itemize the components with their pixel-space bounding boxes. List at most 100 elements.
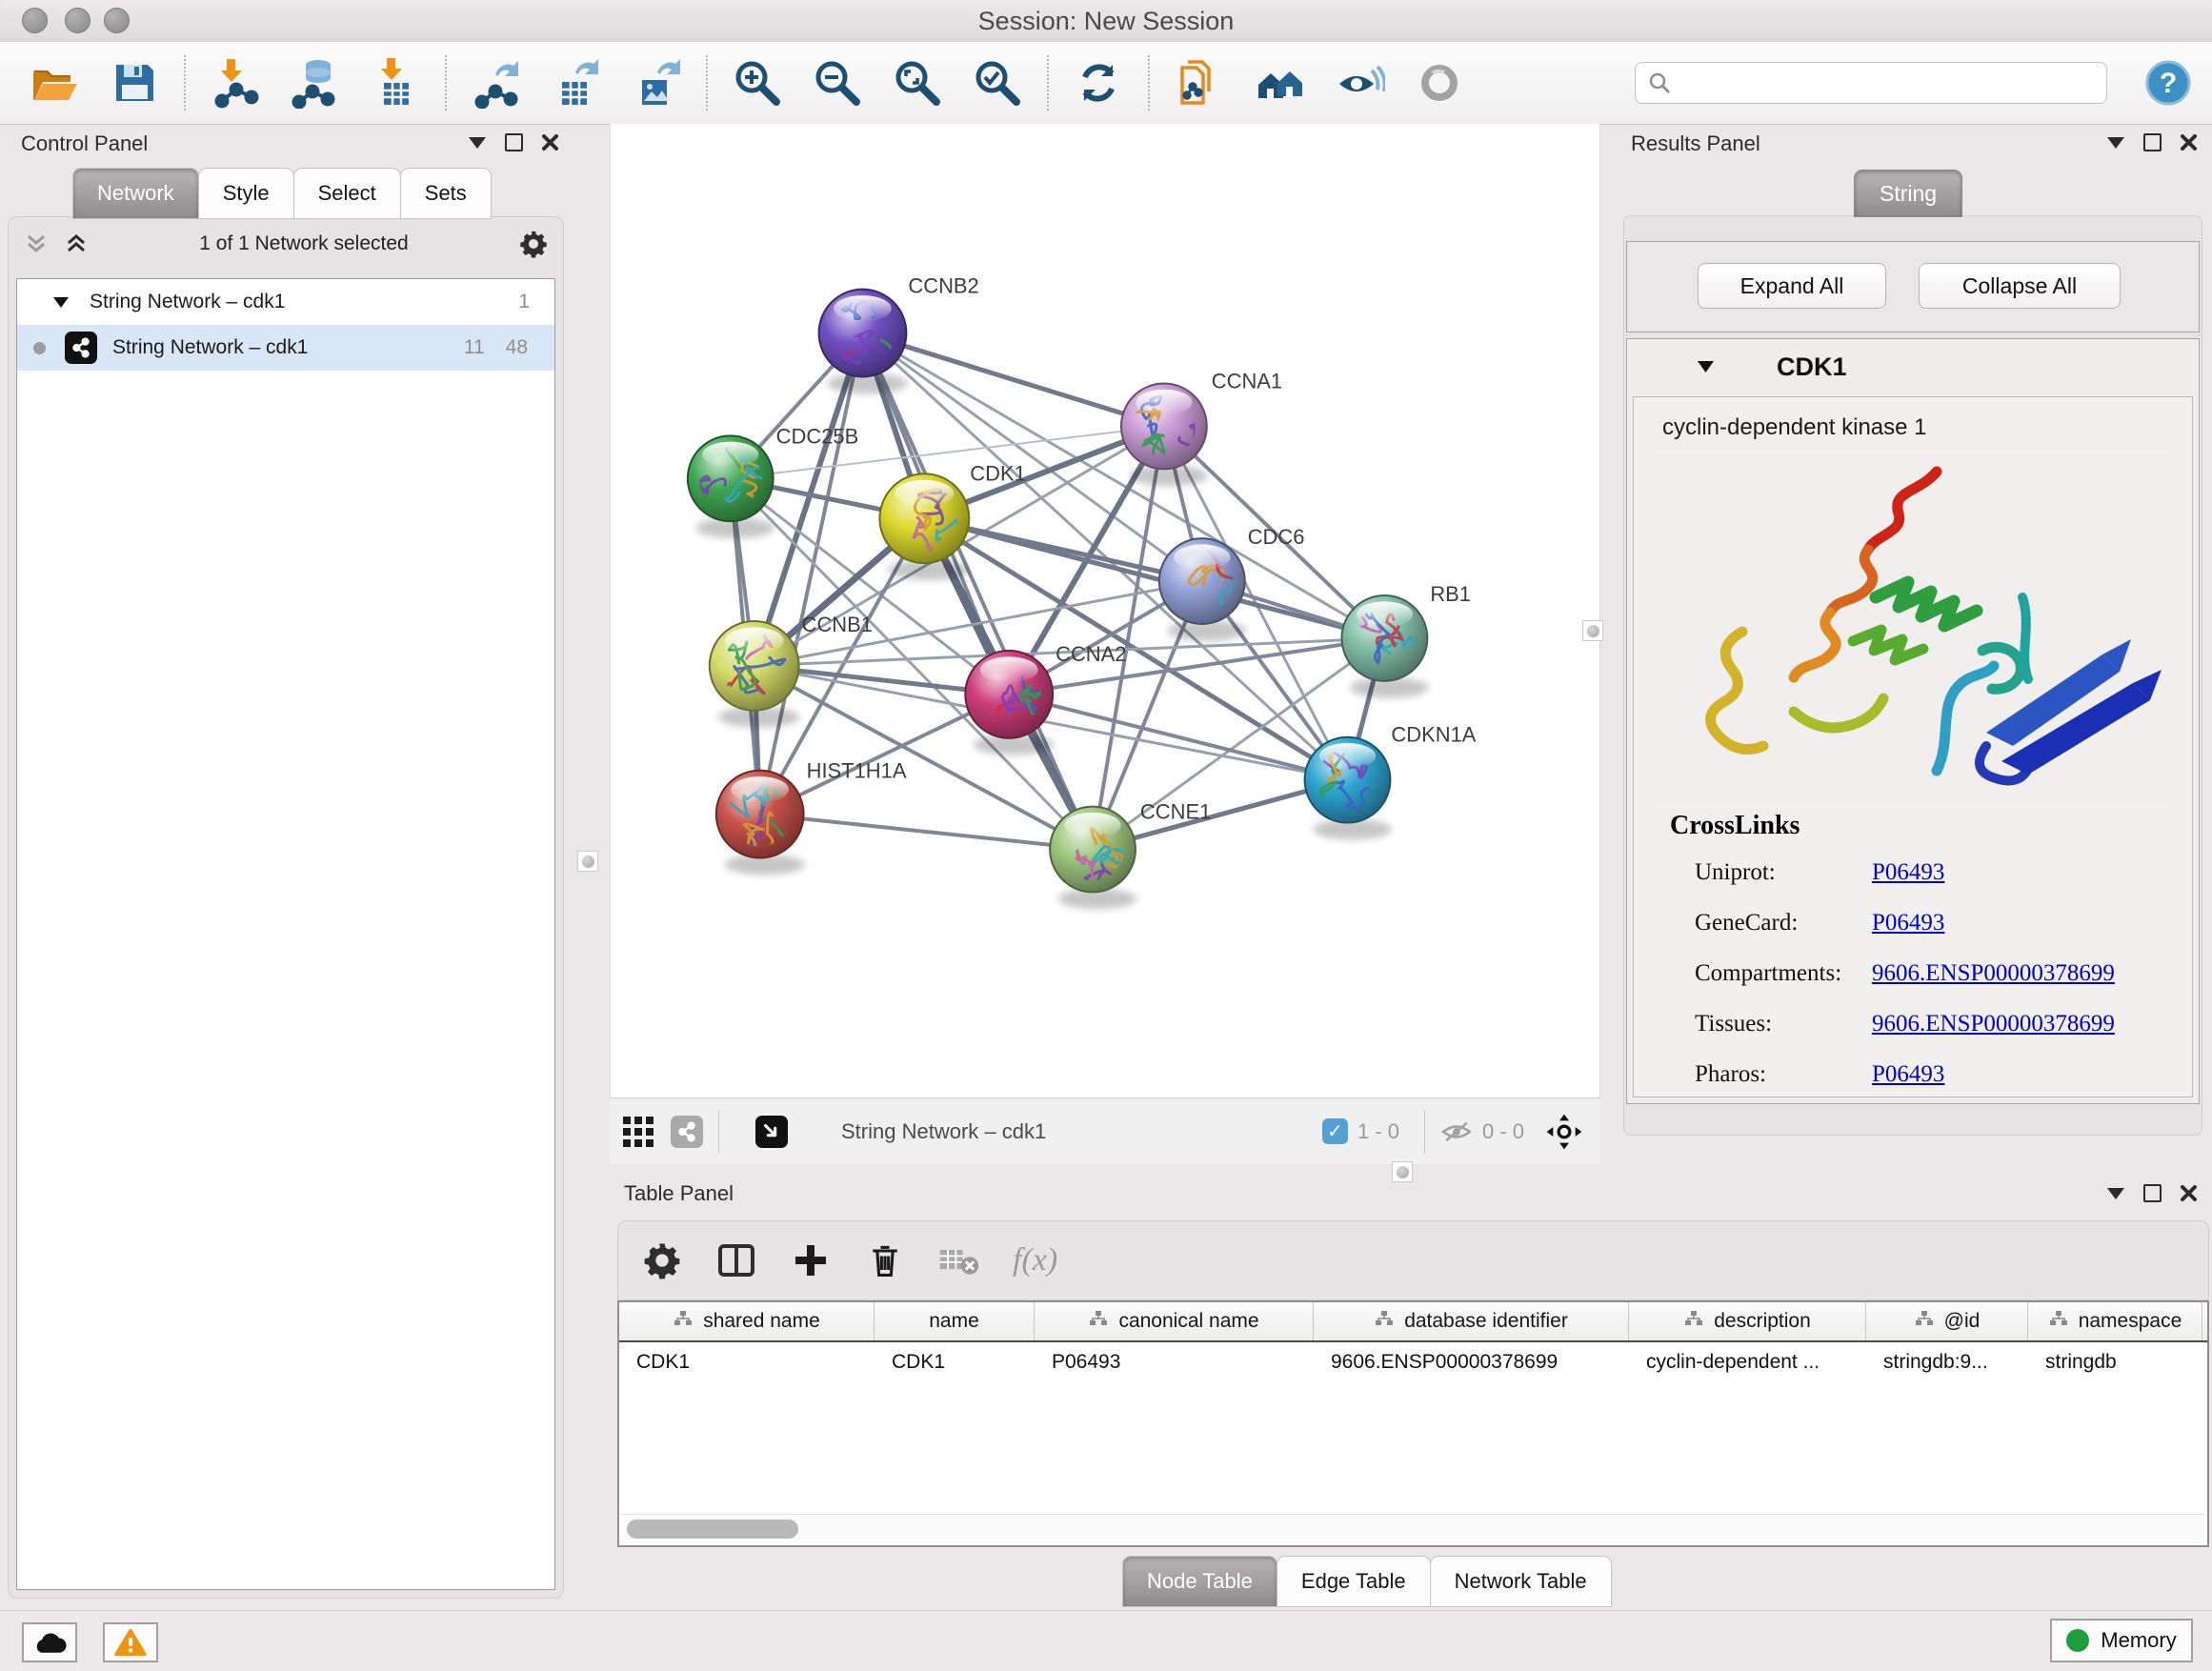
tab-edge-table[interactable]: Edge Table [1277,1556,1431,1607]
help-button[interactable]: ? [2145,60,2191,106]
table-cell[interactable]: stringdb:9... [1866,1342,2028,1382]
column-type-icon [1088,1310,1109,1333]
table-cell[interactable]: CDK1 [619,1342,875,1382]
panel-menu-icon[interactable] [2107,137,2124,149]
grid-view-icon[interactable] [621,1115,655,1149]
save-session-button[interactable] [107,51,162,114]
export-network-button[interactable] [469,51,524,114]
collapse-all-icon[interactable] [24,232,49,256]
protein-node-RB1[interactable] [1342,595,1429,681]
network-view-icon[interactable] [671,1116,703,1148]
control-panel-title: Control Panel [21,131,148,156]
warnings-button[interactable] [103,1622,158,1662]
export-image-button[interactable] [629,51,684,114]
import-table-button[interactable] [368,51,423,114]
table-cell[interactable]: cyclin-dependent ... [1629,1342,1866,1382]
right-splitter-handle[interactable] [1582,620,1603,641]
column-header[interactable]: shared name [619,1302,875,1340]
collapse-all-button[interactable]: Collapse All [1919,263,2121,309]
network-row-selected[interactable]: String Network – cdk1 11 48 [17,325,554,371]
scrollbar-thumb[interactable] [627,1520,798,1539]
import-network-file-button[interactable] [208,51,263,114]
crosslink-value-link[interactable]: P06493 [1872,1061,1944,1088]
gear-icon[interactable] [519,230,548,258]
search-icon [1647,70,1672,95]
apply-layout-button[interactable] [1071,51,1126,114]
delete-column-button[interactable] [864,1239,906,1281]
gene-name: CDK1 [1777,352,1847,382]
add-column-button[interactable] [790,1239,832,1281]
zoom-in-button[interactable] [730,51,785,114]
horizontal-scrollbar[interactable] [621,1514,2205,1543]
tab-network-table[interactable]: Network Table [1430,1556,1612,1607]
left-splitter-handle[interactable] [577,851,598,872]
crosslink-value-link[interactable]: P06493 [1872,859,1944,886]
column-header[interactable]: @id [1866,1302,2028,1340]
cloud-status-button[interactable] [22,1622,77,1662]
home-button[interactable] [1252,51,1307,114]
zoom-out-button[interactable] [810,51,865,114]
column-header[interactable]: canonical name [1035,1302,1314,1340]
delete-table-button[interactable] [938,1239,980,1281]
search-input[interactable] [1672,70,2095,96]
close-panel-icon[interactable] [542,134,558,151]
crosslink-value-link[interactable]: P06493 [1872,910,1944,936]
tab-style[interactable]: Style [198,168,294,219]
open-session-button[interactable] [27,51,82,114]
crosslink-value-link[interactable]: 9606.ENSP00000378699 [1872,1011,2115,1037]
expand-all-icon[interactable] [64,232,89,256]
column-header[interactable]: namespace [2028,1302,2202,1340]
string-import-button[interactable] [1172,51,1227,114]
table-cell[interactable]: P06493 [1035,1342,1314,1382]
selected-checkbox-icon[interactable]: ✓ [1322,1118,1348,1144]
bottom-splitter-handle[interactable] [1392,1161,1413,1182]
zoom-selected-button[interactable] [970,51,1025,114]
tab-node-table[interactable]: Node Table [1122,1556,1277,1607]
panel-menu-icon[interactable] [469,137,486,149]
network-canvas[interactable]: CCNB2CCNA1CDC25BCDK1CDC6RB1CCNB1CCNA2CDK… [610,124,1600,1097]
tab-select[interactable]: Select [293,168,401,219]
close-panel-icon[interactable] [2181,134,2197,151]
export-table-button[interactable] [549,51,604,114]
show-columns-button[interactable] [715,1239,757,1281]
panel-menu-icon[interactable] [2107,1188,2124,1199]
table-type-tabs: Node Table Edge Table Network Table [1122,1556,1611,1607]
refresh-icon [1073,57,1124,109]
column-header[interactable]: database identifier [1314,1302,1629,1340]
zoom-fit-button[interactable] [890,51,945,114]
node-label-CDC6: CDC6 [1248,525,1305,549]
table-cell[interactable]: CDK1 [875,1342,1035,1382]
column-header[interactable]: name [875,1302,1035,1340]
function-builder-button[interactable]: f(x) [1013,1242,1057,1278]
tab-network[interactable]: Network [72,168,199,219]
tab-sets[interactable]: Sets [400,168,492,219]
import-network-database-button[interactable] [288,51,343,114]
table-cell[interactable]: stringdb [2028,1342,2202,1382]
gene-entry-header[interactable]: CDK1 [1627,339,2199,394]
show-glass-button[interactable] [1412,51,1467,114]
network-collection-row[interactable]: String Network – cdk1 1 [17,279,554,325]
float-panel-icon[interactable] [2143,1184,2162,1202]
table-row[interactable]: CDK1CDK1P064939606.ENSP00000378699cyclin… [619,1342,2207,1382]
expand-all-button[interactable]: Expand All [1698,263,1886,309]
tab-string[interactable]: String [1854,170,1962,217]
table-import-icon [370,57,421,109]
gene-disclosure-icon[interactable] [1698,361,1714,372]
collection-disclosure-icon[interactable] [53,297,69,308]
network-tree: String Network – cdk1 1 String Network –… [16,278,555,1590]
table-settings-button[interactable] [641,1239,683,1281]
float-panel-icon[interactable] [2143,133,2162,151]
fit-selected-icon[interactable] [1545,1113,1583,1151]
node-label-CDC25B: CDC25B [776,424,859,448]
column-header-label: database identifier [1404,1310,1568,1333]
hide-glass-button[interactable] [1332,51,1387,114]
table-cell[interactable]: 9606.ENSP00000378699 [1314,1342,1629,1382]
network-graph[interactable]: CCNB2CCNA1CDC25BCDK1CDC6RB1CCNB1CCNA2CDK… [611,124,1599,1096]
protein-node-HIST1H1A[interactable] [716,771,804,858]
column-header[interactable]: description [1629,1302,1866,1340]
memory-button[interactable]: Memory [2050,1619,2193,1662]
float-panel-icon[interactable] [505,133,523,151]
crosslink-value-link[interactable]: 9606.ENSP00000378699 [1872,960,2115,987]
close-panel-icon[interactable] [2181,1185,2197,1201]
birdseye-view-icon[interactable] [755,1116,788,1148]
